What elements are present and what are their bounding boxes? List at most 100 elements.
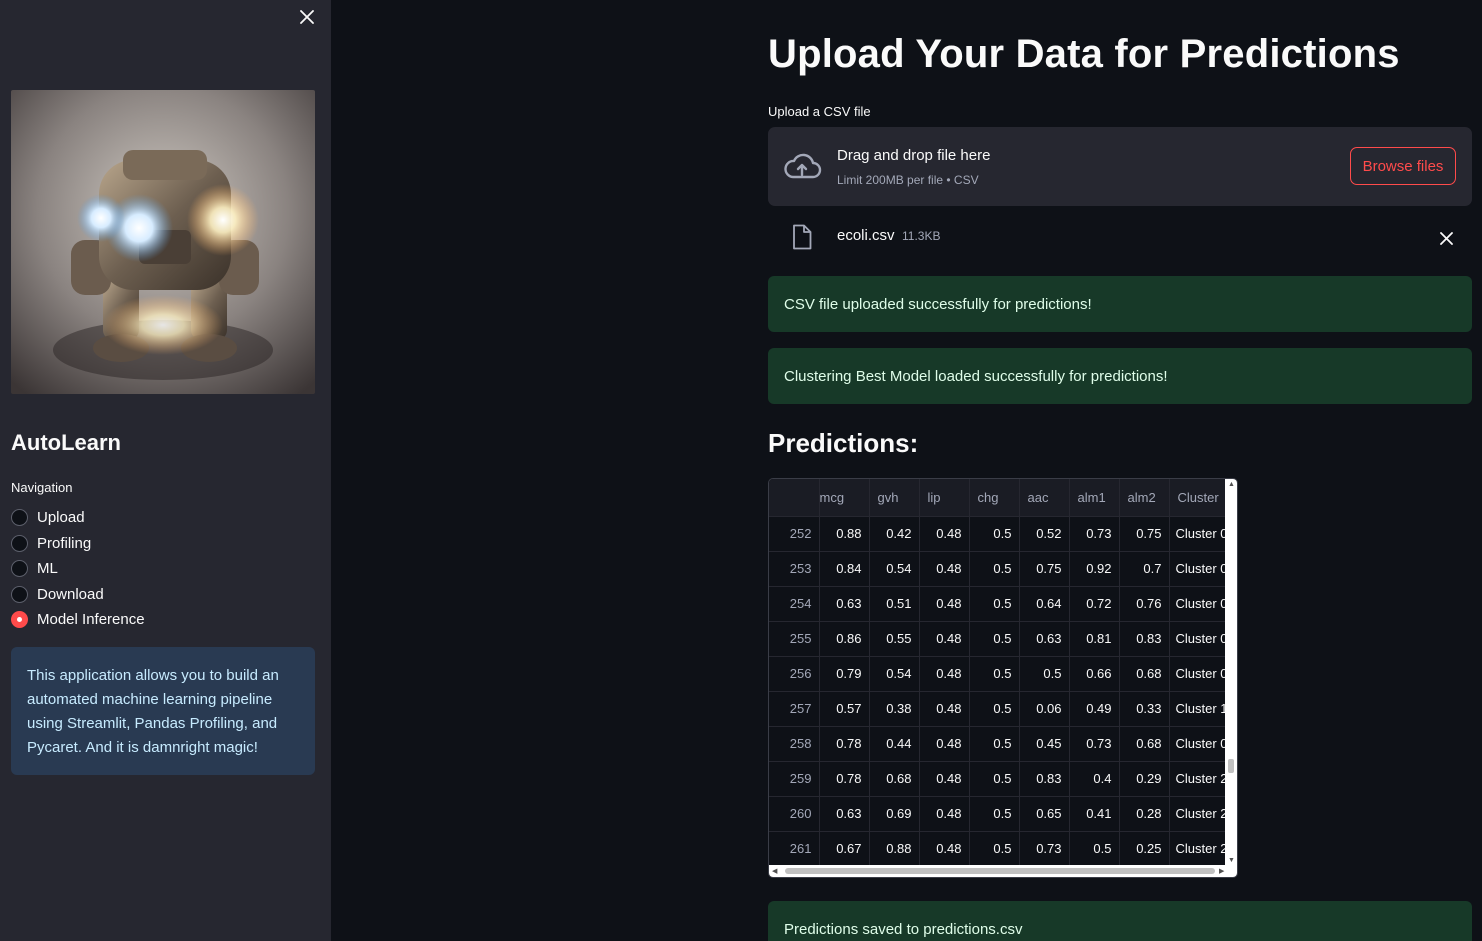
- table-cell[interactable]: 0.84: [819, 551, 870, 587]
- table-cell[interactable]: 0.76: [1119, 586, 1170, 622]
- nav-option-download[interactable]: Download: [11, 582, 145, 608]
- table-cell[interactable]: 0.68: [869, 761, 920, 797]
- table-cell[interactable]: 0.86: [819, 621, 870, 657]
- table-cell[interactable]: 0.7: [1119, 551, 1170, 587]
- table-cell[interactable]: 0.63: [819, 796, 870, 832]
- table-cell[interactable]: 0.5: [1069, 831, 1120, 867]
- table-cell[interactable]: 0.48: [919, 691, 970, 727]
- table-cell[interactable]: 0.51: [869, 586, 920, 622]
- table-cell[interactable]: 0.69: [869, 796, 920, 832]
- row-index-cell[interactable]: 257: [769, 691, 820, 727]
- horizontal-scrollbar[interactable]: ◀ ▶: [769, 865, 1237, 877]
- table-cell[interactable]: 0.83: [1119, 621, 1170, 657]
- nav-option-model-inference[interactable]: Model Inference: [11, 607, 145, 633]
- table-cell[interactable]: 0.25: [1119, 831, 1170, 867]
- table-cell[interactable]: 0.29: [1119, 761, 1170, 797]
- nav-option-upload[interactable]: Upload: [11, 505, 145, 531]
- table-cell[interactable]: 0.5: [969, 551, 1020, 587]
- table-cell[interactable]: 0.78: [819, 761, 870, 797]
- table-cell[interactable]: 0.48: [919, 796, 970, 832]
- table-cell[interactable]: 0.41: [1069, 796, 1120, 832]
- row-index-cell[interactable]: 260: [769, 796, 820, 832]
- column-header[interactable]: alm2: [1119, 479, 1170, 517]
- table-cell[interactable]: 0.68: [1119, 656, 1170, 692]
- radio-button[interactable]: [11, 585, 28, 603]
- table-cell[interactable]: 0.75: [1019, 551, 1070, 587]
- browse-files-button[interactable]: Browse files: [1350, 147, 1456, 185]
- table-cell[interactable]: 0.81: [1069, 621, 1120, 657]
- table-cell[interactable]: 0.5: [969, 621, 1020, 657]
- table-cell[interactable]: 0.5: [969, 831, 1020, 867]
- table-cell[interactable]: 0.45: [1019, 726, 1070, 762]
- table-cell[interactable]: 0.5: [969, 656, 1020, 692]
- table-cell[interactable]: 0.38: [869, 691, 920, 727]
- table-cell[interactable]: 0.48: [919, 761, 970, 797]
- row-index-cell[interactable]: 256: [769, 656, 820, 692]
- table-cell[interactable]: 0.5: [969, 761, 1020, 797]
- table-cell[interactable]: 0.5: [969, 516, 1020, 552]
- vertical-scrollbar[interactable]: ▲ ▼: [1225, 479, 1237, 867]
- column-header[interactable]: mcg: [819, 479, 870, 517]
- column-header[interactable]: alm1: [1069, 479, 1120, 517]
- table-cell[interactable]: 0.83: [1019, 761, 1070, 797]
- table-cell[interactable]: 0.55: [869, 621, 920, 657]
- column-header[interactable]: gvh: [869, 479, 920, 517]
- table-cell[interactable]: 0.63: [1019, 621, 1070, 657]
- nav-option-ml[interactable]: ML: [11, 556, 145, 582]
- table-cell[interactable]: 0.54: [869, 656, 920, 692]
- table-cell[interactable]: 0.78: [819, 726, 870, 762]
- table-cell[interactable]: 0.48: [919, 831, 970, 867]
- table-cell[interactable]: 0.79: [819, 656, 870, 692]
- table-cell[interactable]: 0.5: [1019, 656, 1070, 692]
- table-cell[interactable]: 0.5: [969, 586, 1020, 622]
- table-cell[interactable]: 0.48: [919, 656, 970, 692]
- row-index-cell[interactable]: 252: [769, 516, 820, 552]
- table-cell[interactable]: 0.5: [969, 726, 1020, 762]
- table-cell[interactable]: 0.88: [819, 516, 870, 552]
- table-cell[interactable]: 0.33: [1119, 691, 1170, 727]
- row-index-cell[interactable]: 261: [769, 831, 820, 867]
- row-index-cell[interactable]: 259: [769, 761, 820, 797]
- table-cell[interactable]: 0.72: [1069, 586, 1120, 622]
- table-cell[interactable]: 0.49: [1069, 691, 1120, 727]
- table-cell[interactable]: 0.73: [1069, 516, 1120, 552]
- row-index-cell[interactable]: 254: [769, 586, 820, 622]
- table-cell[interactable]: 0.52: [1019, 516, 1070, 552]
- table-cell[interactable]: 0.57: [819, 691, 870, 727]
- file-dropzone[interactable]: Drag and drop file here Limit 200MB per …: [768, 127, 1472, 206]
- row-index-cell[interactable]: 258: [769, 726, 820, 762]
- radio-button[interactable]: [11, 560, 28, 578]
- radio-button[interactable]: [11, 534, 28, 552]
- radio-button-selected[interactable]: [11, 611, 28, 629]
- table-cell[interactable]: 0.5: [969, 796, 1020, 832]
- table-cell[interactable]: 0.73: [1069, 726, 1120, 762]
- table-cell[interactable]: 0.67: [819, 831, 870, 867]
- table-cell[interactable]: 0.06: [1019, 691, 1070, 727]
- table-cell[interactable]: 0.48: [919, 726, 970, 762]
- table-cell[interactable]: 0.68: [1119, 726, 1170, 762]
- table-cell[interactable]: 0.66: [1069, 656, 1120, 692]
- table-cell[interactable]: 0.75: [1119, 516, 1170, 552]
- column-header-index[interactable]: [769, 479, 820, 517]
- table-cell[interactable]: 0.63: [819, 586, 870, 622]
- predictions-dataframe[interactable]: mcg gvh lip chg aac alm1 alm2 Cluster 25…: [768, 478, 1238, 878]
- table-cell[interactable]: 0.48: [919, 621, 970, 657]
- table-cell[interactable]: 0.54: [869, 551, 920, 587]
- table-cell[interactable]: 0.48: [919, 551, 970, 587]
- table-cell[interactable]: 0.73: [1019, 831, 1070, 867]
- table-cell[interactable]: 0.65: [1019, 796, 1070, 832]
- row-index-cell[interactable]: 253: [769, 551, 820, 587]
- row-index-cell[interactable]: 255: [769, 621, 820, 657]
- nav-option-profiling[interactable]: Profiling: [11, 531, 145, 557]
- column-header[interactable]: aac: [1019, 479, 1070, 517]
- table-cell[interactable]: 0.42: [869, 516, 920, 552]
- table-cell[interactable]: 0.88: [869, 831, 920, 867]
- column-header[interactable]: lip: [919, 479, 970, 517]
- table-cell[interactable]: 0.48: [919, 586, 970, 622]
- table-cell[interactable]: 0.64: [1019, 586, 1070, 622]
- close-icon[interactable]: [296, 6, 318, 28]
- column-header[interactable]: chg: [969, 479, 1020, 517]
- table-cell[interactable]: 0.5: [969, 691, 1020, 727]
- table-cell[interactable]: 0.28: [1119, 796, 1170, 832]
- table-cell[interactable]: 0.4: [1069, 761, 1120, 797]
